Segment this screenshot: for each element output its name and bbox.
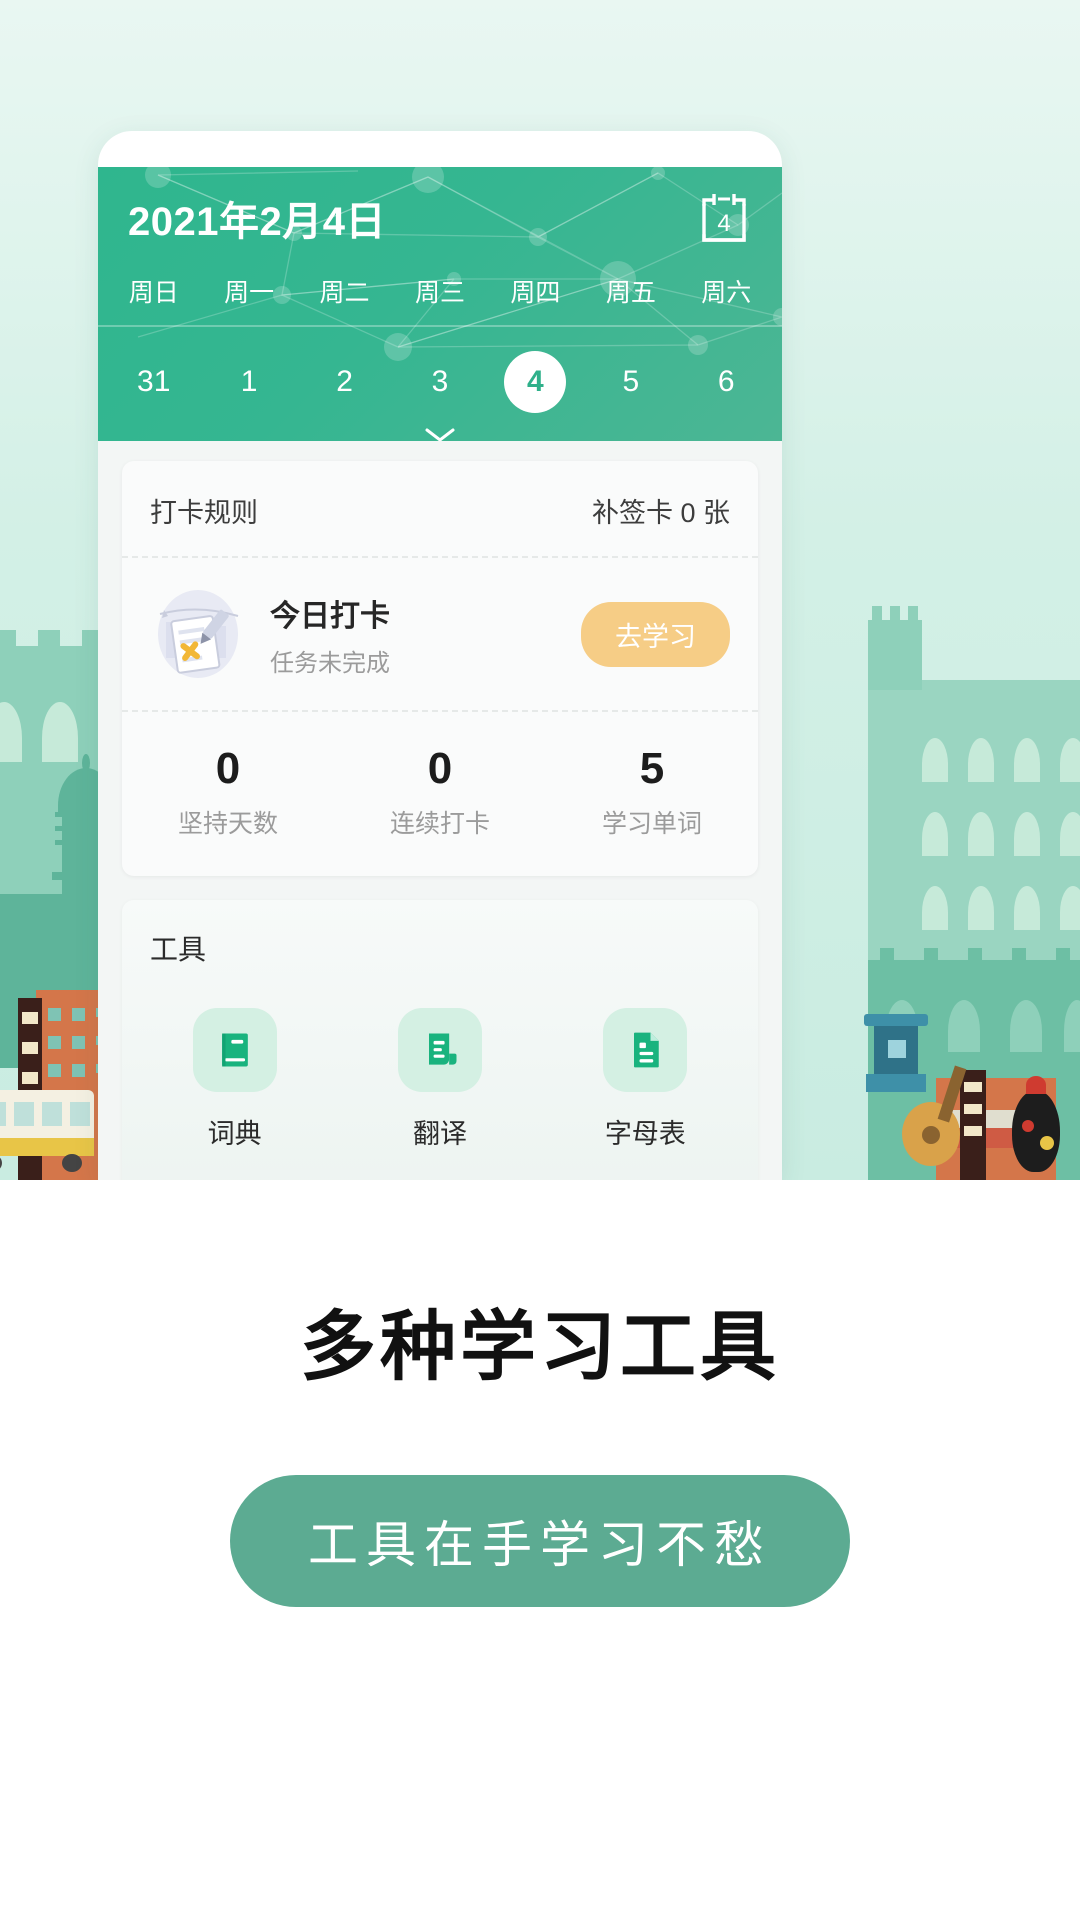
weekday-1: 周一 bbox=[224, 279, 275, 307]
stats-row: 0 坚持天数 0 连续打卡 5 学习单词 bbox=[122, 712, 758, 876]
calendar-icon[interactable]: 4 bbox=[696, 190, 752, 246]
stat-value: 5 bbox=[639, 744, 665, 793]
makeup-card-count[interactable]: 补签卡 0 张 bbox=[592, 491, 730, 530]
stat-label: 坚持天数 bbox=[177, 810, 278, 838]
promo-section: 多种学习工具 工具在手学习不愁 bbox=[0, 1180, 1080, 1920]
tool-alphabet[interactable]: 字母表 bbox=[543, 1008, 748, 1151]
book-icon bbox=[192, 1008, 277, 1092]
weekday-3: 周三 bbox=[414, 279, 465, 307]
day-cell-selected[interactable]: 4 bbox=[488, 351, 583, 413]
tool-label: 翻译 bbox=[412, 1119, 467, 1149]
header-top-row: 2021年2月4日 4 bbox=[98, 167, 782, 247]
day-cell-1[interactable]: 1 bbox=[201, 351, 296, 413]
tools-title: 工具 bbox=[150, 934, 207, 965]
day-cell-3[interactable]: 3 bbox=[392, 351, 487, 413]
day-row: 31 1 2 3 4 5 6 bbox=[98, 327, 782, 413]
weekday-5: 周五 bbox=[605, 279, 656, 307]
day-label: 4 bbox=[504, 351, 567, 413]
today-checkin-status: 任务未完成 bbox=[270, 649, 390, 677]
tool-translate[interactable]: 翻译 bbox=[337, 1008, 542, 1151]
day-label: 1 bbox=[240, 365, 258, 398]
checkin-rules-link[interactable]: 打卡规则 bbox=[150, 491, 258, 530]
document-icon bbox=[603, 1008, 688, 1092]
stat-words-learned: 5 学习单词 bbox=[546, 744, 758, 840]
stat-value: 0 bbox=[215, 744, 241, 793]
checkin-card-header: 打卡规则 补签卡 0 张 bbox=[122, 461, 758, 558]
day-label: 6 bbox=[717, 365, 735, 398]
chevron-down-icon bbox=[425, 428, 455, 441]
today-checkin-row: 今日打卡 任务未完成 去学习 bbox=[122, 558, 758, 712]
translate-document-icon bbox=[397, 1008, 482, 1092]
day-label: 3 bbox=[431, 365, 449, 398]
promo-headline: 多种学习工具 bbox=[300, 1305, 780, 1390]
stat-consecutive-checkins: 0 连续打卡 bbox=[334, 744, 546, 840]
weekday-row: 周日 周一 周二 周三 周四 周五 周六 bbox=[98, 247, 782, 327]
right-skyline bbox=[850, 606, 1080, 1180]
stat-value: 0 bbox=[427, 744, 453, 793]
tools-row: 词典 翻译 字母表 bbox=[122, 974, 758, 1180]
weekday-2: 周二 bbox=[319, 279, 370, 307]
stat-label: 连续打卡 bbox=[389, 810, 490, 838]
day-label: 31 bbox=[137, 365, 171, 398]
phone-body: 打卡规则 补签卡 0 张 今日打卡 任务未完成 去学习 0 坚持天数 0 连续打… bbox=[98, 441, 782, 1180]
weekday-6: 周六 bbox=[701, 279, 752, 307]
today-checkin-text: 今日打卡 任务未完成 bbox=[270, 591, 581, 678]
tool-label: 字母表 bbox=[604, 1119, 686, 1149]
page-title: 2021年2月4日 bbox=[128, 200, 386, 244]
day-cell-6[interactable]: 6 bbox=[679, 351, 774, 413]
day-label: 2 bbox=[336, 365, 353, 398]
tool-label: 词典 bbox=[207, 1119, 262, 1149]
promo-pill-button[interactable]: 工具在手学习不愁 bbox=[230, 1475, 850, 1607]
day-label: 5 bbox=[622, 365, 640, 398]
expand-calendar-button[interactable] bbox=[98, 425, 782, 441]
day-cell-2[interactable]: 2 bbox=[297, 351, 392, 413]
today-checkin-title: 今日打卡 bbox=[270, 599, 390, 633]
calendar-header: 2021年2月4日 4 周日 周一 周二 周三 周四 周五 周六 31 1 2 … bbox=[98, 167, 782, 441]
go-study-button[interactable]: 去学习 bbox=[581, 601, 730, 667]
calendar-icon-day: 4 bbox=[717, 210, 730, 237]
weekday-0: 周日 bbox=[128, 279, 179, 307]
day-cell-5[interactable]: 5 bbox=[583, 351, 678, 413]
day-cell-0[interactable]: 31 bbox=[106, 351, 201, 413]
checkin-illustration-icon bbox=[150, 586, 246, 682]
tool-dictionary[interactable]: 词典 bbox=[132, 1008, 337, 1151]
phone-frame: 2021年2月4日 4 周日 周一 周二 周三 周四 周五 周六 31 1 2 … bbox=[98, 131, 782, 1180]
weekday-4: 周四 bbox=[510, 279, 561, 307]
checkin-card: 打卡规则 补签卡 0 张 今日打卡 任务未完成 去学习 0 坚持天数 0 连续打… bbox=[122, 461, 758, 876]
stat-label: 学习单词 bbox=[601, 810, 702, 838]
tools-card: 工具 词典 翻译 字母表 bbox=[122, 900, 758, 1180]
stat-days-persisted: 0 坚持天数 bbox=[122, 744, 334, 840]
